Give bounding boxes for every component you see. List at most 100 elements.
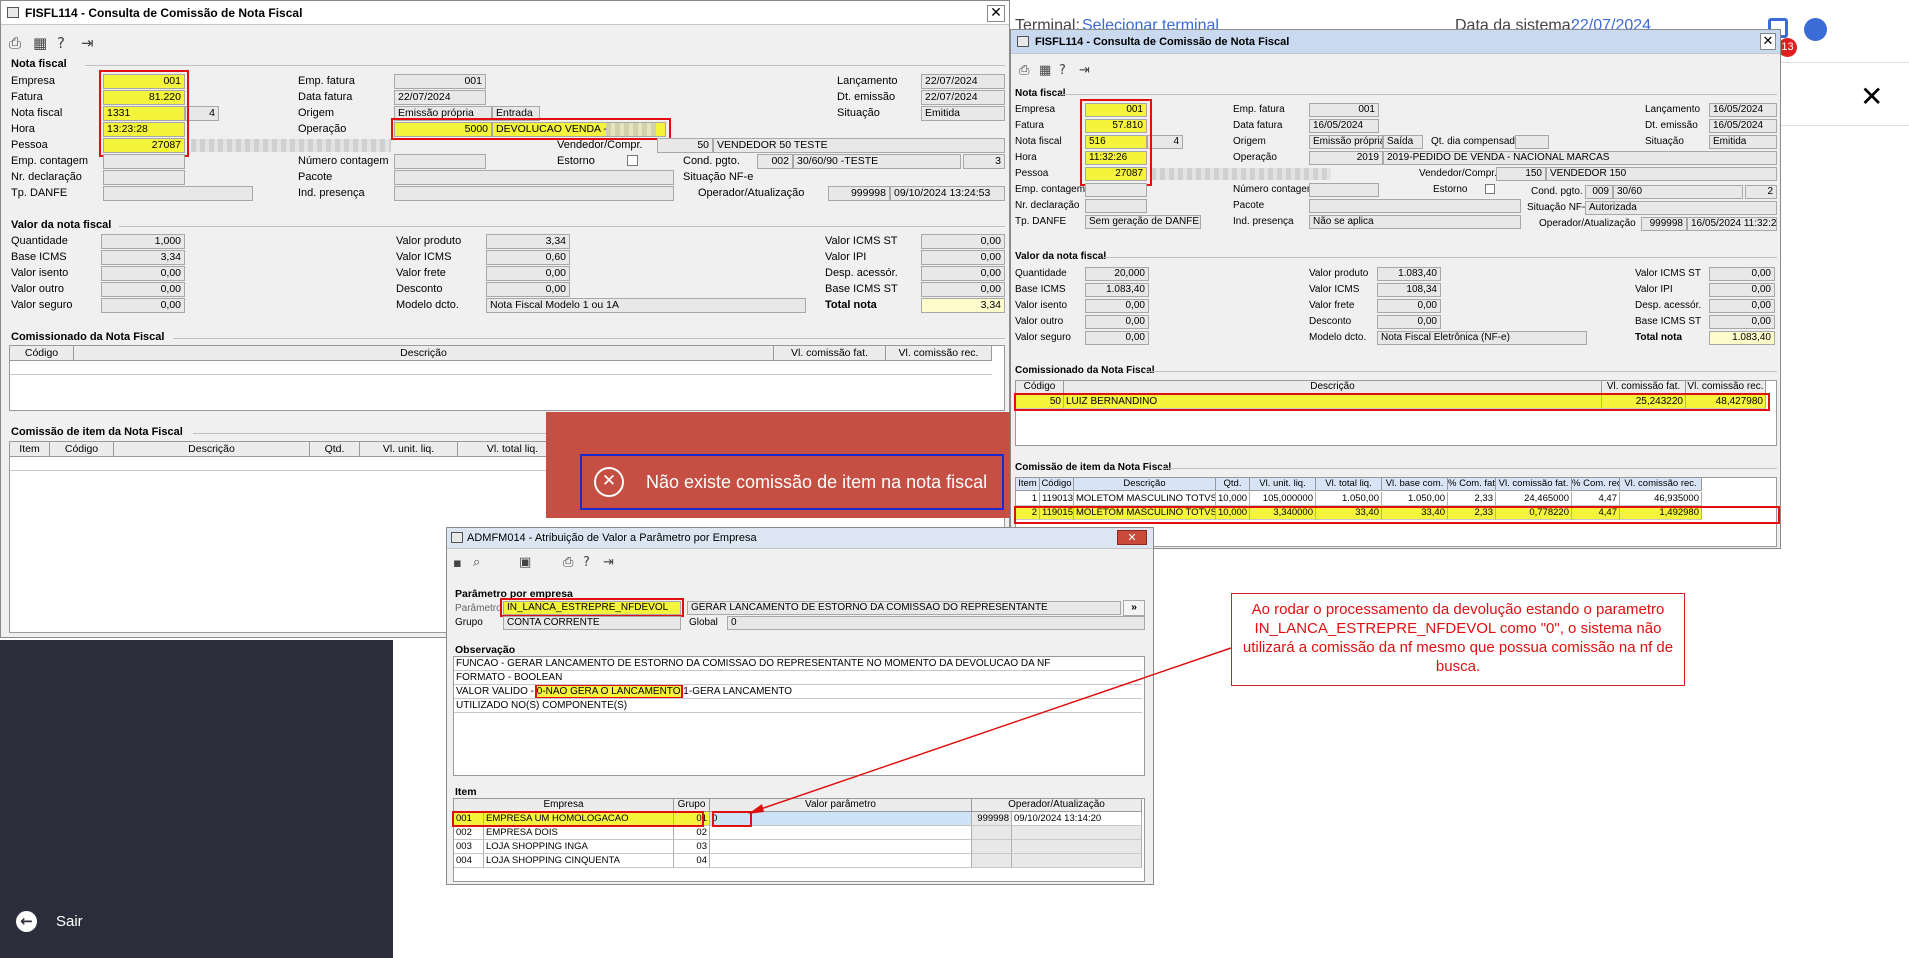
field-ind-presenca[interactable] — [394, 186, 674, 201]
field-cond-pgto-parcelas[interactable]: 2 — [1745, 185, 1777, 199]
field-base-icms-st[interactable]: 0,00 — [1709, 315, 1775, 329]
help-icon[interactable]: ? — [583, 555, 590, 571]
col-descricao[interactable]: Descrição — [114, 442, 310, 457]
col-header[interactable]: Item — [1016, 478, 1040, 491]
field-emp-contagem[interactable] — [103, 154, 185, 169]
field-origem-tipo[interactable]: Saída — [1383, 135, 1423, 149]
field-data-fatura[interactable]: 22/07/2024 — [394, 90, 486, 105]
logout-button[interactable]: ← Sair — [16, 910, 96, 934]
field-valor-isento[interactable]: 0,00 — [101, 266, 185, 281]
field-valor-seguro[interactable]: 0,00 — [1085, 331, 1149, 345]
field-valor-seguro[interactable]: 0,00 — [101, 298, 185, 313]
col-vl-com-fat[interactable]: Vl. comissão fat. — [774, 346, 886, 361]
field-nr-declaracao[interactable] — [103, 170, 185, 185]
col-vl-com-rec[interactable]: Vl. comissão rec. — [886, 346, 992, 361]
field-desconto[interactable]: 0,00 — [486, 282, 570, 297]
table-row[interactable] — [10, 457, 550, 471]
table-row[interactable] — [10, 361, 992, 375]
field-emp-fatura[interactable]: 001 — [1309, 103, 1379, 117]
help-icon[interactable]: ? — [1059, 63, 1066, 79]
field-valor-icms-st[interactable]: 0,00 — [921, 234, 1005, 249]
col-header[interactable]: Vl. total liq. — [1316, 478, 1382, 491]
field-situacao[interactable]: Emitida — [921, 106, 1005, 121]
print-icon[interactable]: ⎙ — [9, 35, 21, 51]
field-nota-serie[interactable]: 4 — [185, 106, 219, 121]
tool-icon[interactable]: ▪ — [453, 556, 462, 572]
table-row[interactable]: 004 LOJA SHOPPING CINQUENTA 04 — [454, 854, 1142, 868]
field-numero-contagem[interactable] — [1309, 183, 1379, 197]
field-valor-outro[interactable]: 0,00 — [1085, 315, 1149, 329]
field-vendedor[interactable]: VENDEDOR 50 TESTE — [713, 138, 1005, 153]
col-header[interactable]: Código — [1040, 478, 1074, 491]
field-situacao-nfe[interactable]: Autorizada — [1585, 201, 1777, 215]
field-total-nota[interactable]: 3,34 — [921, 298, 1005, 313]
field-base-icms[interactable]: 3,34 — [101, 250, 185, 265]
field-dt-emissao[interactable]: 22/07/2024 — [921, 90, 1005, 105]
field-operador-data[interactable]: 09/10/2024 13:24:53 — [890, 186, 1005, 201]
exit-icon[interactable]: ⇥ — [81, 35, 94, 51]
col-header[interactable]: Vl. comissão rec. — [1620, 478, 1702, 491]
field-qt-dia-compensado[interactable] — [1515, 135, 1549, 149]
field-grupo[interactable]: CONTA CORRENTE — [503, 616, 681, 630]
close-button[interactable]: ✕ — [1760, 33, 1776, 50]
field-valor-icms-st[interactable]: 0,00 — [1709, 267, 1775, 281]
field-quantidade[interactable]: 1,000 — [101, 234, 185, 249]
checkbox-estorno[interactable] — [1485, 184, 1495, 194]
field-operador[interactable]: 999998 — [828, 186, 890, 201]
field-operador[interactable]: 999998 — [1641, 217, 1687, 231]
exit-icon[interactable]: ⇥ — [603, 555, 614, 571]
field-nr-declaracao[interactable] — [1085, 199, 1147, 213]
field-cond-pgto-cod[interactable]: 009 — [1585, 185, 1613, 199]
field-ind-presenca[interactable]: Não se aplica — [1309, 215, 1521, 229]
col-header[interactable]: % Com. fat. — [1448, 478, 1496, 491]
field-vendedor-cod[interactable]: 50 — [657, 138, 713, 153]
col-header[interactable]: Vl. unit. liq. — [1250, 478, 1316, 491]
field-emp-fatura[interactable]: 001 — [394, 74, 486, 89]
field-valor-isento[interactable]: 0,00 — [1085, 299, 1149, 313]
col-codigo[interactable]: Código — [50, 442, 114, 457]
table-row[interactable]: 003 LOJA SHOPPING INGA 03 — [454, 840, 1142, 854]
field-modelo-dcto[interactable]: Nota Fiscal Eletrônica (NF-e) — [1377, 331, 1587, 345]
col-qtd[interactable]: Qtd. — [310, 442, 360, 457]
col-descricao[interactable]: Descrição — [74, 346, 774, 361]
field-valor-produto[interactable]: 3,34 — [486, 234, 570, 249]
field-operacao[interactable]: 2019 — [1309, 151, 1383, 165]
checkbox-estorno[interactable] — [627, 155, 638, 166]
col-vl-unit[interactable]: Vl. unit. liq. — [360, 442, 458, 457]
field-vendedor-cod[interactable]: 150 — [1496, 167, 1546, 181]
field-quantidade[interactable]: 20,000 — [1085, 267, 1149, 281]
field-lancamento[interactable]: 22/07/2024 — [921, 74, 1005, 89]
col-item[interactable]: Item — [10, 442, 50, 457]
field-cond-pgto-cod[interactable]: 002 — [757, 154, 793, 169]
field-desp-acessor[interactable]: 0,00 — [921, 266, 1005, 281]
search-icon[interactable]: ⌕ — [473, 555, 480, 571]
field-valor-frete[interactable]: 0,00 — [486, 266, 570, 281]
field-modelo-dcto[interactable]: Nota Fiscal Modelo 1 ou 1A — [486, 298, 806, 313]
save-icon[interactable]: ▣ — [519, 555, 531, 571]
field-situacao[interactable]: Emitida — [1709, 135, 1777, 149]
field-valor-icms[interactable]: 0,60 — [486, 250, 570, 265]
field-cond-pgto[interactable]: 30/60 — [1613, 185, 1743, 199]
close-button[interactable]: ✕ — [1117, 530, 1147, 545]
field-tp-danfe[interactable] — [103, 186, 253, 201]
field-numero-contagem[interactable] — [394, 154, 486, 169]
field-emp-contagem[interactable] — [1085, 183, 1147, 197]
field-desp-acessor[interactable]: 0,00 — [1709, 299, 1775, 313]
col-header[interactable]: Qtd. — [1216, 478, 1250, 491]
field-origem[interactable]: Emissão própria — [1309, 135, 1383, 149]
field-nota-serie[interactable]: 4 — [1147, 135, 1183, 149]
print-icon[interactable]: ⎙ — [1019, 63, 1029, 79]
close-icon[interactable]: ✕ — [1860, 80, 1883, 113]
col-codigo[interactable]: Código — [10, 346, 74, 361]
help-icon[interactable]: ? — [57, 35, 65, 51]
table-row[interactable]: 1119013MOLETOM MASCULINO TOTVS MODA10,00… — [1016, 492, 1702, 506]
field-total-nota[interactable]: 1.083,40 — [1709, 331, 1775, 345]
field-operador-data[interactable]: 16/05/2024 11:32:26 — [1687, 217, 1777, 231]
field-lancamento[interactable]: 16/05/2024 — [1709, 103, 1777, 117]
field-base-icms[interactable]: 1.083,40 — [1085, 283, 1149, 297]
print-icon[interactable]: ⎙ — [563, 555, 573, 571]
field-valor-frete[interactable]: 0,00 — [1377, 299, 1441, 313]
field-cond-pgto[interactable]: 30/60/90 -TESTE — [793, 154, 961, 169]
field-pacote[interactable] — [394, 170, 674, 185]
field-base-icms-st[interactable]: 0,00 — [921, 282, 1005, 297]
